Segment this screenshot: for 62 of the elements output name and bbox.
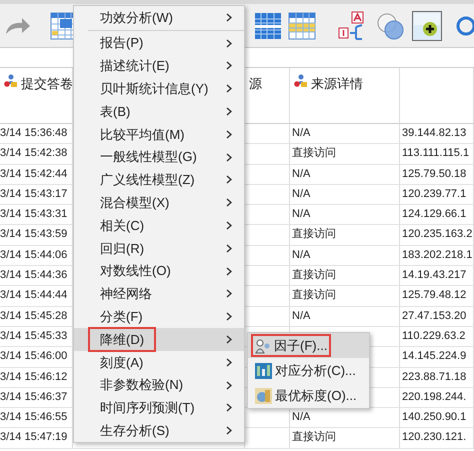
table-cell: 124.129.66.1	[400, 205, 474, 226]
table-cell: N/A	[290, 205, 400, 226]
menu-item[interactable]: 功效分析(W)	[74, 6, 244, 29]
submenu-item[interactable]: 对应分析(C)...	[251, 358, 360, 382]
table-cell: 125.79.50.18	[400, 164, 474, 185]
table-cell: N/A	[290, 246, 400, 266]
menu-item[interactable]: 广义线性模型(Z)	[74, 168, 244, 192]
menu-item[interactable]: 降维(D)	[74, 328, 244, 351]
table-cell: 直接访问	[290, 144, 400, 165]
header-label: 源	[249, 75, 262, 93]
table-cell: 140.250.90.1	[400, 408, 474, 428]
menu-item[interactable]: 非参数检验(N)	[74, 374, 244, 397]
table-cell: 直接访问	[290, 225, 400, 246]
table-cell: N/A	[290, 164, 400, 185]
menu-item[interactable]: 生存分析(S)	[74, 419, 244, 442]
venn-icon	[376, 10, 406, 40]
table-cell: 直接访问	[290, 266, 400, 286]
table-cell: 120.235.163.2	[400, 225, 474, 246]
table-cell: 27.47.153.20	[400, 306, 474, 327]
table-cell: 220.198.244.	[400, 388, 474, 408]
menu-item[interactable]: 描述统计(E)	[74, 54, 244, 78]
menu-item[interactable]: 报告(P)	[74, 32, 244, 55]
menu-item[interactable]: 一般线性模型(G)	[74, 146, 244, 169]
menu-item[interactable]: 刻度(A)	[74, 350, 244, 374]
table-cell: 110.229.63.2	[400, 326, 474, 348]
table-cell: 14.145.224.9	[400, 347, 474, 368]
table-cell: 120.230.121.	[400, 428, 474, 449]
table-cell: 14.19.43.217	[400, 266, 474, 286]
submenu-item[interactable]: 最优标度(O)...	[251, 384, 361, 408]
table-cell: 120.239.77.1	[400, 184, 474, 206]
chart-icon	[255, 362, 272, 378]
table-cell: 39.144.82.13	[400, 124, 474, 144]
table-cell: 113.111.115.1	[400, 144, 474, 165]
table-cell: N/A	[290, 306, 400, 327]
column-header[interactable]: 来源详情	[290, 68, 400, 124]
menu-item[interactable]: 分类(F)	[74, 305, 244, 328]
table-cell: N/A	[290, 184, 400, 206]
menu-item[interactable]: 混合模型(X)	[74, 191, 244, 214]
menu-item[interactable]: 相关(C)	[74, 214, 244, 237]
table-cell: N/A	[290, 124, 400, 144]
grid-icon	[288, 12, 316, 40]
menu-item[interactable]: 回归(R)	[74, 236, 244, 260]
scaling-icon	[255, 388, 272, 404]
table-cell: 125.79.48.12	[400, 286, 474, 307]
menu-item[interactable]: 贝叶斯统计信息(Y)	[74, 77, 244, 100]
grid-icon	[254, 12, 282, 40]
header-label: 来源详情	[311, 75, 363, 93]
table-cell: 223.88.71.18	[400, 368, 474, 388]
submenu-item[interactable]: 因子(F)...	[251, 334, 332, 358]
highlight-frame: 降维(D)	[88, 326, 156, 352]
menu-item[interactable]: 神经网络	[74, 282, 244, 306]
menu-item[interactable]: 时间序列预测(T)	[74, 396, 244, 420]
toolbar-button[interactable]	[412, 10, 442, 40]
menu-item[interactable]: 表(B)	[74, 100, 244, 123]
menu-item[interactable]: 比较平均值(M)	[74, 122, 244, 146]
value-labels-icon	[338, 10, 366, 40]
menu-item[interactable]: 对数线性(O)	[74, 260, 244, 283]
insert-case-icon	[414, 12, 440, 38]
factor-icon	[255, 338, 271, 354]
table-cell: 直接访问	[290, 428, 400, 449]
table-cell: 直接访问	[290, 286, 400, 307]
table-cell: 183.202.218.1	[400, 246, 474, 266]
